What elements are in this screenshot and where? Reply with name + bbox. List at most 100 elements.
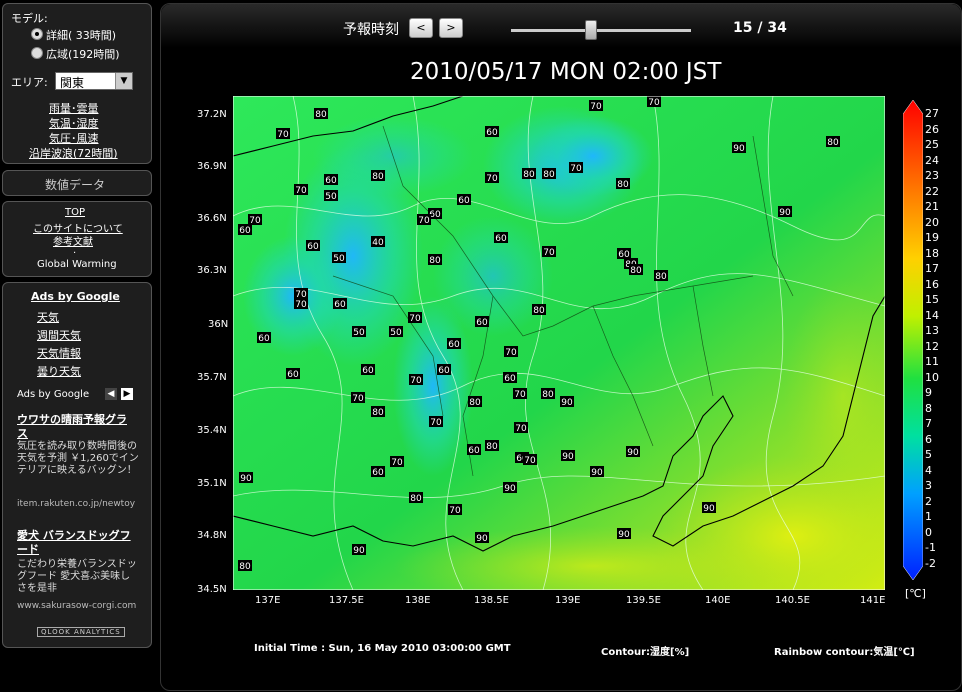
colorbar-label: 22 [925,185,939,198]
svg-text:70: 70 [543,248,555,258]
area-select[interactable]: 関東 ▼ [55,72,133,90]
svg-text:70: 70 [648,98,660,108]
lon-tick: 138E [405,595,431,606]
svg-text:50: 50 [390,328,402,338]
svg-text:70: 70 [277,130,289,140]
chevron-down-icon[interactable]: ▼ [115,73,132,89]
colorbar-label: 2 [925,495,932,508]
link-top[interactable]: TOP [65,207,85,218]
colorbar-label: 20 [925,216,939,229]
step-counter: 15 / 34 [733,20,787,36]
svg-text:80: 80 [655,272,667,282]
ad-title-2[interactable]: 愛犬 バランスドッグフード [17,529,137,557]
svg-text:90: 90 [561,398,573,408]
lat-tick: 34.8N [197,530,227,541]
svg-text:70: 70 [430,418,442,428]
colorbar-label: 14 [925,309,939,322]
model-radio-wide[interactable] [31,47,43,59]
model-radio-detail[interactable] [31,28,43,40]
svg-text:70: 70 [514,390,526,400]
colorbar-label: 5 [925,448,932,461]
colorbar-label: 25 [925,138,939,151]
ad-body-2: こだわり栄養バランスドッグフード 愛犬喜ぶ美味しさを是非 [17,559,137,594]
area-label: エリア: [11,76,48,89]
ad-link-weekly[interactable]: 週間天気 [37,327,81,343]
ads-panel: Ads by Google 天気 週間天気 天気情報 曇り天気 Ads by G… [2,282,152,648]
info-dot: . [73,245,77,256]
forecast-time-label: 予報時刻 [343,22,399,38]
svg-text:80: 80 [372,408,384,418]
svg-text:90: 90 [562,452,574,462]
time-slider-thumb[interactable] [585,20,598,40]
lat-tick: 34.5N [197,584,227,595]
colorbar-label: 11 [925,355,939,368]
map-title: 2010/05/17 MON 02:00 JST [410,59,722,85]
lat-tick: 36.9N [197,161,227,172]
numeric-data-panel[interactable]: 数値データ [2,170,152,196]
lat-tick: 36N [208,319,229,330]
next-button[interactable]: > [439,18,463,38]
svg-text:40: 40 [372,238,384,248]
colorbar-label: 19 [925,231,939,244]
svg-text:60: 60 [372,468,384,478]
info-panel: TOP このサイトについて 参考文献 . Global Warming [2,201,152,277]
lat-tick: 36.3N [197,265,227,276]
colorbar-label: 4 [925,464,932,477]
rainbow-legend: Rainbow contour:気温[℃] [774,647,915,658]
svg-text:90: 90 [504,484,516,494]
svg-text:80: 80 [617,180,629,190]
svg-text:90: 90 [703,504,715,514]
svg-text:70: 70 [418,216,430,226]
ad-title-1[interactable]: ウワサの晴雨予報グラス [17,413,137,441]
model-option-wide[interactable]: 広域(192時間) [46,46,120,62]
svg-text:60: 60 [429,210,441,220]
ad-prev-icon[interactable]: ◀ [105,388,117,400]
ad-url-1[interactable]: item.rakuten.co.jp/newtoy [17,499,137,509]
svg-text:90: 90 [591,468,603,478]
svg-text:60: 60 [258,334,270,344]
svg-text:70: 70 [590,102,602,112]
colorbar-label: 7 [925,417,932,430]
ad-body-1: 気圧を読み取り数時間後の天気を予測 ￥1,260でインテリアに映えるバッグン！ [17,441,139,476]
temperature-map[interactable]: 80 70 70 70 60 90 80 60 80 70 50 70 80 8… [233,96,885,590]
ad-next-icon[interactable]: ▶ [121,388,133,400]
svg-text:60: 60 [458,196,470,206]
ad-link-cloudy[interactable]: 曇り天気 [37,363,81,379]
ad-url-2[interactable]: www.sakurasow-corgi.com [17,601,137,611]
ad-link-weather[interactable]: 天気 [37,309,59,325]
svg-text:50: 50 [353,328,365,338]
model-label: モデル: [11,12,48,25]
svg-text:60: 60 [287,370,299,380]
link-coastal-waves[interactable]: 沿岸波浪(72時間) [29,145,118,161]
link-global-warming[interactable]: Global Warming [37,259,117,270]
ad-link-info[interactable]: 天気情報 [37,345,81,361]
ads-by-google-link[interactable]: Ads by Google [31,290,120,303]
link-temp-humidity[interactable]: 気温･湿度 [49,115,99,131]
numeric-data-label[interactable]: 数値データ [45,176,105,193]
ads-by-google-label: Ads by Google [17,389,90,400]
lon-tick: 139.5E [626,595,661,606]
colorbar-label: 26 [925,123,939,136]
model-option-detail[interactable]: 詳細( 33時間) [46,27,116,43]
svg-text:60: 60 [504,374,516,384]
colorbar-label: 18 [925,247,939,260]
svg-text:60: 60 [486,128,498,138]
svg-text:80: 80 [543,170,555,180]
prev-button[interactable]: < [409,18,433,38]
analytics-badge[interactable]: QLOOK ANALYTICS [37,627,125,637]
svg-text:80: 80 [239,562,251,572]
lon-tick: 139E [555,595,581,606]
link-rain-cloud[interactable]: 雨量･雲量 [49,100,99,116]
lat-tick: 35.7N [197,372,227,383]
svg-text:90: 90 [240,474,252,484]
colorbar-label: 10 [925,371,939,384]
svg-text:60: 60 [438,366,450,376]
svg-text:70: 70 [295,186,307,196]
svg-text:70: 70 [505,348,517,358]
svg-text:90: 90 [353,546,365,556]
time-slider-track[interactable] [511,29,691,32]
colorbar-label: -2 [925,557,936,570]
svg-text:70: 70 [449,506,461,516]
link-pressure-wind[interactable]: 気圧･風速 [49,130,99,146]
svg-text:80: 80 [533,306,545,316]
